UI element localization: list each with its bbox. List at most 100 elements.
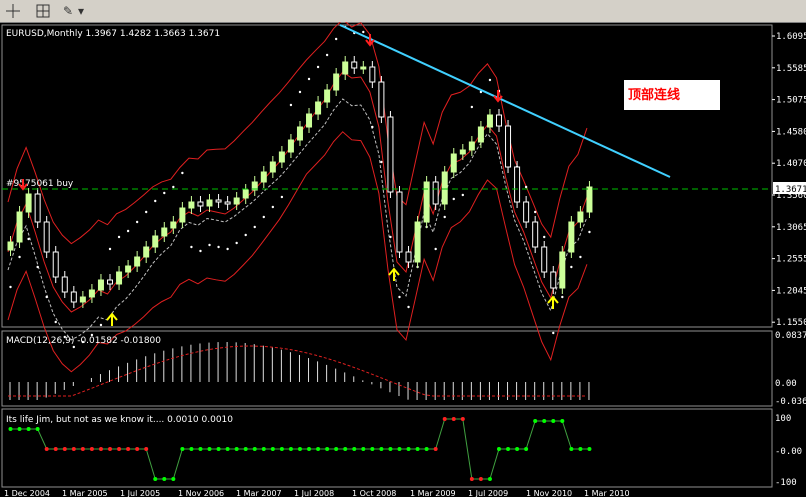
candle [315,101,322,115]
jim-dot [442,417,447,421]
jim-dot [352,447,357,451]
candle [269,161,276,173]
sar-dot [144,210,148,214]
candle [278,151,285,163]
candle [577,211,584,223]
sar-dot [108,247,112,251]
jim-dot [234,447,239,451]
parabolic-sar-dots [9,25,591,349]
bottom-marker-arrows [106,267,559,326]
sar-dot [117,235,121,239]
macd-histogram [8,342,590,400]
sar-dot [398,295,401,299]
candle [532,221,539,248]
jim-dot [379,447,384,451]
sar-dot [9,285,12,289]
sar-dot [362,30,365,34]
sar-dot [543,235,546,239]
jim-indicator-line [8,417,592,481]
chevron-down-icon[interactable]: ▾ [76,2,86,20]
jim-dot [252,447,257,451]
time-tick-label: 1 Dec 2004 [4,489,50,497]
candle [107,279,114,285]
macd-tick-bottom: -0.03636 [775,397,806,407]
jim-dot [180,447,185,451]
candle [79,296,86,303]
top-marker-arrows [18,34,503,191]
jim-dot [325,447,330,451]
sar-dot [488,78,492,82]
candle [134,256,141,267]
price-tick-label: 1.4580 [776,127,806,137]
jim-dot [361,447,366,451]
draw-tools-icon[interactable]: ✎ [60,2,76,20]
jim-dot [89,447,94,451]
chart-grid-icon[interactable] [34,2,52,20]
sar-dot [181,171,184,175]
candle [468,141,475,151]
crosshair-icon[interactable] [4,2,22,20]
sar-dot [262,215,265,219]
jim-dot [98,447,103,451]
sar-dot [172,185,175,189]
sar-dot [126,229,130,233]
sar-dot [271,205,275,209]
jim-dot [297,447,302,451]
jim-dot [53,447,58,451]
sar-dot [407,305,410,309]
candle [396,191,403,253]
sar-dot [163,191,166,195]
jim-dot [80,447,85,451]
candle [387,116,394,193]
jim-dot [171,477,176,481]
jim-dot [62,447,67,451]
macd-panel-title: MACD(12,26,9) -0.01582 -0.01800 [6,336,161,346]
sar-dot [235,241,238,245]
candle [351,61,358,69]
price-tick-label: 1.5585 [776,64,806,74]
jim-dot [279,447,284,451]
jim-dot [524,447,529,451]
jim-dot [496,447,501,451]
sar-dot [371,125,374,129]
time-tick-label: 1 Jul 2005 [120,489,160,497]
sar-dot [99,323,103,327]
candle [34,193,41,223]
jim-dot [35,427,40,431]
sar-dot [380,160,383,164]
candle [70,291,77,303]
time-tick-label: 1 Mar 2005 [62,489,108,497]
candle [224,201,231,205]
candle [97,279,104,291]
candle [242,189,249,199]
candle [541,246,548,273]
candle [514,166,521,203]
candle [360,66,367,70]
jim-dot [542,419,547,423]
price-tick-label: 1.4070 [776,159,806,169]
jim-dot [144,447,149,451]
sar-dot [434,247,437,251]
candlesticks [7,56,593,308]
chart-canvas[interactable]: 1.60951.55851.50751.45801.40701.35601.30… [0,22,806,497]
bottom-arrow-1 [106,312,118,326]
jim-dot [316,447,321,451]
jim-dot [108,447,113,451]
time-tick-label: 1 Mar 2007 [236,489,282,497]
jim-dot [515,447,520,451]
sar-dot [461,193,465,197]
candle [568,221,575,253]
jim-dot [415,447,420,451]
jim-dot [198,447,203,451]
jim-dot [162,477,167,481]
sar-dot [298,90,302,94]
candle [260,171,267,183]
jim-dot [334,447,339,451]
jim-dot [216,447,221,451]
sar-dot [54,320,57,324]
price-axis: 1.60951.55851.50751.45801.40701.35601.30… [772,32,806,328]
time-tick-label: 1 Jul 2009 [468,489,508,497]
jim-dot [261,447,266,451]
bollinger-bands [7,22,588,373]
sar-dot [470,105,474,109]
